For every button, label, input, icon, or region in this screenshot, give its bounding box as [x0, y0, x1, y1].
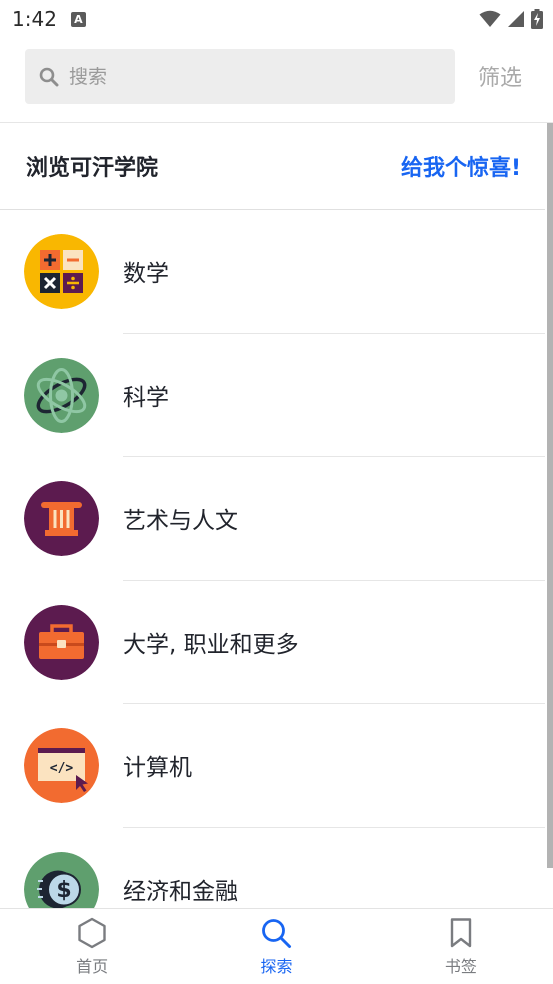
scrollbar[interactable] — [547, 123, 553, 868]
subject-item-science[interactable]: 科学 — [0, 334, 545, 458]
subject-item-math[interactable]: 数学 — [0, 210, 545, 334]
tab-label: 首页 — [76, 957, 109, 976]
signal-icon — [508, 11, 524, 27]
subject-item-computing[interactable]: </> 计算机 — [0, 704, 545, 828]
tab-bookmarks[interactable]: 书签 — [369, 909, 553, 984]
search-input[interactable] — [69, 65, 409, 88]
subject-item-college-careers[interactable]: 大学, 职业和更多 — [0, 581, 545, 705]
status-left: 1:42 A — [12, 7, 86, 31]
status-right — [479, 9, 543, 29]
tab-home[interactable]: 首页 — [0, 909, 184, 984]
wifi-icon — [479, 10, 501, 27]
tab-label: 探索 — [260, 957, 293, 976]
search-row: 筛选 — [0, 38, 553, 122]
search-icon — [262, 919, 292, 948]
subject-label: 计算机 — [123, 755, 192, 782]
svg-text:</>: </> — [50, 761, 74, 776]
svg-text:$: $ — [56, 878, 71, 903]
subject-label: 经济和金融 — [123, 878, 238, 905]
toolbox-icon — [24, 604, 99, 680]
subject-label: 大学, 职业和更多 — [123, 631, 299, 658]
tab-label: 书签 — [444, 957, 477, 976]
subject-item-arts-humanities[interactable]: 艺术与人文 — [0, 457, 545, 581]
battery-charging-icon — [531, 9, 543, 29]
bottom-nav: 首页 探索 书签 — [0, 908, 553, 984]
browse-scroll-area[interactable]: 浏览可汗学院 给我个惊喜! 数学 科学 艺术与人文 大学, 职业和更多 </> … — [0, 123, 553, 908]
subject-label: 艺术与人文 — [123, 508, 238, 535]
browse-header: 浏览可汗学院 给我个惊喜! — [0, 123, 545, 209]
subject-label: 数学 — [123, 261, 169, 287]
a-icon: A — [70, 11, 86, 27]
home-hexagon-icon — [78, 917, 106, 949]
subject-item-economics-finance[interactable]: $ 经济和金融 — [0, 828, 545, 908]
subject-label: 科学 — [123, 384, 169, 411]
math-icon — [24, 234, 99, 309]
code-window-icon: </> — [24, 728, 99, 804]
page-title: 浏览可汗学院 — [26, 156, 159, 181]
surprise-me-button[interactable]: 给我个惊喜! — [401, 150, 521, 182]
tab-explore[interactable]: 探索 — [184, 909, 368, 984]
science-atom-icon — [24, 357, 99, 433]
coin-dollar-icon: $ — [24, 851, 99, 908]
status-bar: 1:42 A — [0, 0, 553, 38]
column-icon — [24, 481, 99, 557]
status-time: 1:42 — [12, 7, 57, 31]
filter-button[interactable]: 筛选 — [478, 60, 522, 92]
search-icon — [39, 67, 59, 86]
search-box[interactable] — [25, 49, 455, 104]
bookmark-icon — [450, 918, 472, 948]
subject-list: 数学 科学 艺术与人文 大学, 职业和更多 </> 计算机 $ 经济和金融 — [0, 210, 545, 908]
